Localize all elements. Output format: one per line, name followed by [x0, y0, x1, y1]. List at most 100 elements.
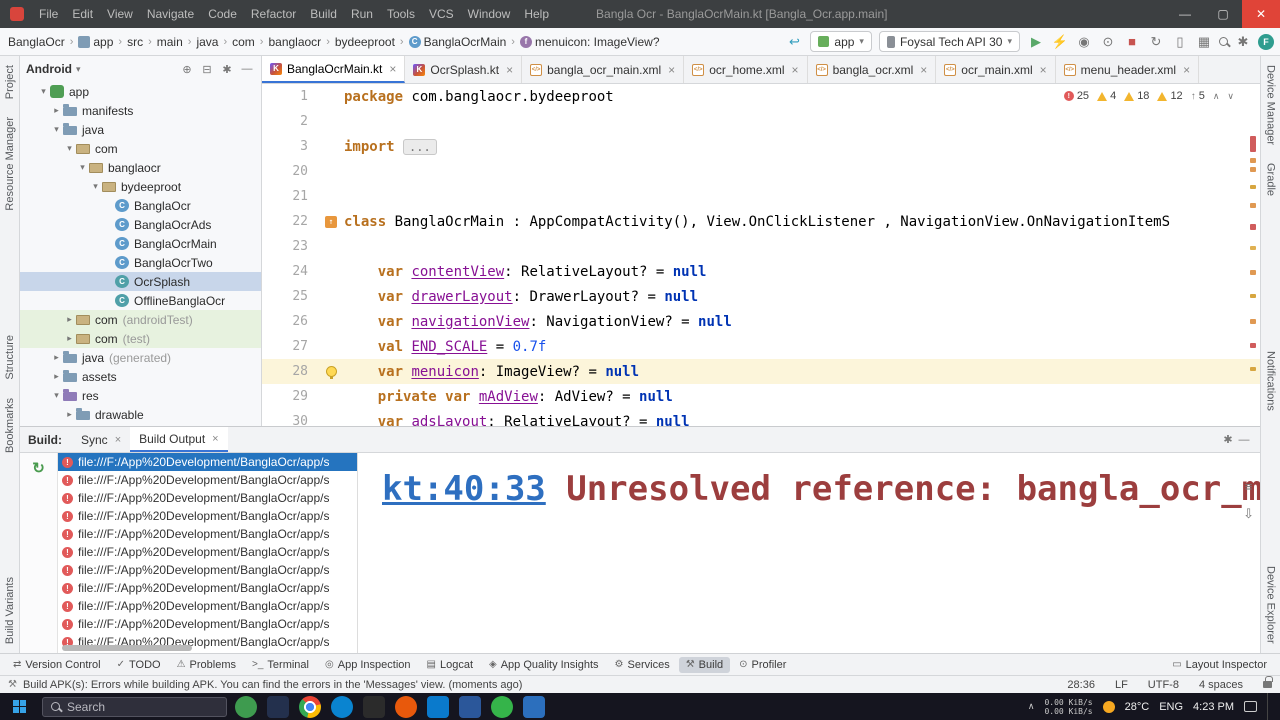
- build-tab-sync[interactable]: Sync ×: [72, 427, 130, 452]
- line-number[interactable]: 26: [262, 314, 318, 329]
- breadcrumb-item-menuicon-imageview[interactable]: f menuicon: ImageView?: [518, 34, 662, 50]
- tree-item-app[interactable]: ▾ app: [20, 82, 261, 101]
- chevron-down-icon[interactable]: ▾: [63, 143, 76, 154]
- line-number[interactable]: 3: [262, 139, 318, 154]
- run-button[interactable]: ▶: [1027, 34, 1045, 50]
- tab-close-icon[interactable]: ×: [1040, 63, 1047, 77]
- tool-window-button-build-variants[interactable]: Build Variants: [4, 577, 16, 644]
- stop-icon[interactable]: ■: [1123, 34, 1141, 49]
- line-number[interactable]: 1: [262, 89, 318, 104]
- restart-build-icon[interactable]: ↻: [32, 459, 45, 477]
- menu-refactor[interactable]: Refactor: [244, 0, 303, 28]
- line-number[interactable]: 20: [262, 164, 318, 179]
- sync-project-icon[interactable]: ↻: [1147, 34, 1165, 50]
- locate-file-icon[interactable]: ⊕: [179, 63, 195, 76]
- tool-window-button-structure[interactable]: Structure: [4, 335, 16, 380]
- breadcrumb-item-banglaocr[interactable]: banglaocr: [266, 34, 323, 50]
- error-stripe-mark[interactable]: [1250, 318, 1256, 324]
- horizontal-scrollbar[interactable]: [62, 645, 192, 651]
- clock[interactable]: 4:23 PM: [1193, 701, 1234, 713]
- line-number[interactable]: 21: [262, 189, 318, 204]
- error-stripe-mark[interactable]: [1250, 245, 1256, 250]
- action-center-icon[interactable]: [1244, 701, 1257, 712]
- tool-window-button-notifications[interactable]: Notifications: [1265, 351, 1277, 411]
- build-error-item[interactable]: !file:///F:/App%20Development/BanglaOcr/…: [58, 597, 357, 615]
- breadcrumb-item-java[interactable]: java: [194, 34, 220, 50]
- language-indicator[interactable]: ENG: [1159, 701, 1183, 713]
- network-speed-widget[interactable]: 0.00 KiB/s 0.00 KiB/s: [1044, 698, 1092, 716]
- line-number[interactable]: 22: [262, 214, 318, 229]
- error-stripe-mark[interactable]: [1250, 224, 1256, 231]
- project-view-mode[interactable]: Android: [26, 62, 72, 76]
- build-error-item[interactable]: !file:///F:/App%20Development/BanglaOcr/…: [58, 651, 357, 653]
- breadcrumb-item-banglaocrmain[interactable]: C BanglaOcrMain: [407, 34, 509, 50]
- error-stripe-mark[interactable]: [1250, 184, 1256, 189]
- chevron-down-icon[interactable]: ▾: [50, 390, 63, 401]
- tool-window-button-logcat[interactable]: ▤ Logcat: [420, 657, 480, 673]
- chevron-right-icon[interactable]: ▸: [63, 333, 76, 344]
- inspection-arrow-count[interactable]: ↑ 5: [1191, 90, 1205, 102]
- line-ending-indicator[interactable]: LF: [1115, 679, 1128, 691]
- build-error-item[interactable]: !file:///F:/App%20Development/BanglaOcr/…: [58, 507, 357, 525]
- soft-wrap-icon[interactable]: ≡: [1245, 479, 1253, 494]
- inspection-warning-count[interactable]: 18: [1124, 90, 1149, 102]
- error-stripe-mark[interactable]: [1250, 294, 1256, 299]
- chevron-down-icon[interactable]: ▾: [37, 86, 50, 97]
- intention-bulb-icon[interactable]: [325, 366, 337, 379]
- run-configuration-select[interactable]: app ▾: [810, 31, 872, 52]
- menu-tools[interactable]: Tools: [380, 0, 422, 28]
- tool-window-button-app-inspection[interactable]: ◎ App Inspection: [318, 657, 418, 673]
- build-error-item[interactable]: !file:///F:/App%20Development/BanglaOcr/…: [58, 615, 357, 633]
- menu-build[interactable]: Build: [303, 0, 344, 28]
- tray-expand-icon[interactable]: ∧: [1028, 701, 1035, 712]
- read-only-lock-icon[interactable]: [1263, 676, 1273, 688]
- maximize-button[interactable]: ▢: [1204, 0, 1242, 28]
- editor-tab-ocrsplash-kt[interactable]: K OcrSplash.kt ×: [405, 56, 523, 83]
- debug-icon[interactable]: ◉: [1075, 34, 1093, 50]
- chevron-down-icon[interactable]: ▾: [50, 124, 63, 135]
- breadcrumb-item-app[interactable]: app: [76, 34, 115, 50]
- whatsapp-icon[interactable]: [491, 695, 513, 718]
- tab-close-icon[interactable]: ×: [792, 63, 799, 77]
- scroll-to-end-icon[interactable]: ⇩: [1243, 506, 1254, 522]
- build-error-item[interactable]: !file:///F:/App%20Development/BanglaOcr/…: [58, 561, 357, 579]
- code-editor[interactable]: 1 package com.banglaocr.bydeeproot 2 3 impor…: [262, 84, 1260, 426]
- line-number[interactable]: 28: [262, 364, 318, 379]
- tab-close-icon[interactable]: ×: [1183, 63, 1190, 77]
- menu-view[interactable]: View: [100, 0, 140, 28]
- tool-window-button-version-control[interactable]: ⇄ Version Control: [6, 657, 108, 673]
- tree-item-java-generated[interactable]: ▸ java (generated): [20, 348, 261, 367]
- error-stripe-mark[interactable]: [1250, 203, 1256, 209]
- editor-tab-banglaocrmain-kt[interactable]: K BanglaOcrMain.kt ×: [262, 56, 406, 83]
- tool-window-button-resource-manager[interactable]: Resource Manager: [4, 117, 16, 211]
- breadcrumb-item-bydeeproot[interactable]: bydeeproot: [333, 34, 397, 50]
- build-error-item[interactable]: !file:///F:/App%20Development/BanglaOcr/…: [58, 489, 357, 507]
- tool-window-button-todo[interactable]: ✓ TODO: [110, 657, 168, 673]
- chevron-right-icon[interactable]: ▸: [63, 409, 76, 420]
- inspection-error-count[interactable]: ! 25: [1063, 90, 1089, 102]
- tab-close-icon[interactable]: ×: [920, 63, 927, 77]
- tree-item-banglaocrads[interactable]: C BanglaOcrAds: [20, 215, 261, 234]
- previous-problem-icon[interactable]: ∧: [1213, 91, 1220, 102]
- tree-item-banglaocr[interactable]: ▾ banglaocr: [20, 158, 261, 177]
- menu-edit[interactable]: Edit: [65, 0, 100, 28]
- menu-window[interactable]: Window: [461, 0, 518, 28]
- menu-vcs[interactable]: VCS: [422, 0, 461, 28]
- tool-window-button-app-quality-insights[interactable]: ◈ App Quality Insights: [482, 657, 606, 673]
- line-number[interactable]: 24: [262, 264, 318, 279]
- menu-navigate[interactable]: Navigate: [140, 0, 201, 28]
- start-button[interactable]: [4, 693, 34, 720]
- terminal-app-icon[interactable]: [363, 695, 385, 718]
- app-icon-dark-blue[interactable]: [267, 695, 289, 718]
- tool-window-button-layout-inspector[interactable]: ▭ Layout Inspector: [1165, 657, 1274, 673]
- weather-sun-icon[interactable]: [1102, 700, 1115, 713]
- error-stripe-mark[interactable]: [1250, 270, 1256, 275]
- show-desktop-button[interactable]: [1267, 693, 1270, 720]
- chevron-right-icon[interactable]: ▸: [50, 105, 63, 116]
- chevron-right-icon[interactable]: ▸: [50, 371, 63, 382]
- build-error-item[interactable]: !file:///F:/App%20Development/BanglaOcr/…: [58, 543, 357, 561]
- chevron-down-icon[interactable]: ▾: [89, 181, 102, 192]
- profile-avatar[interactable]: F: [1258, 33, 1274, 50]
- collapse-all-icon[interactable]: ⊟: [199, 63, 215, 76]
- tool-window-button-problems[interactable]: ⚠ Problems: [170, 657, 243, 673]
